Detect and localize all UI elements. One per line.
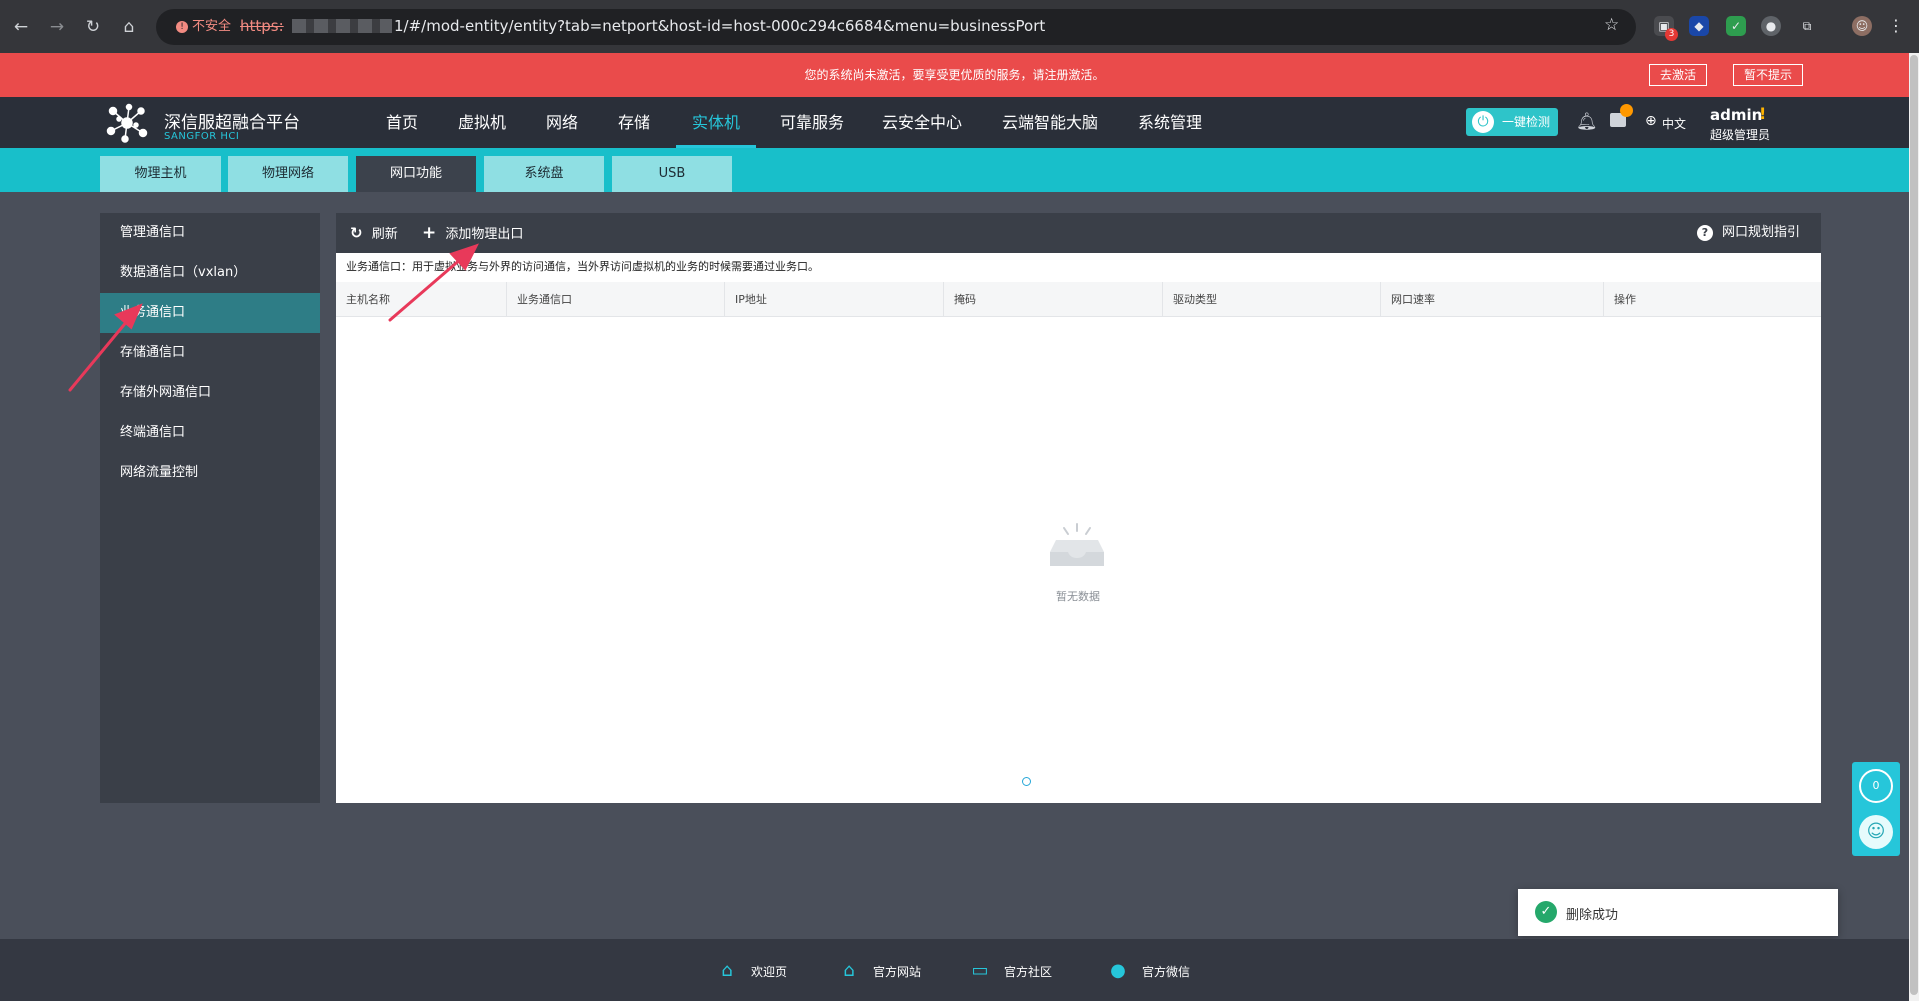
sidebar-item-traffic-control[interactable]: 网络流量控制 xyxy=(100,453,320,493)
column-netmask[interactable]: 掩码 xyxy=(943,282,1162,317)
nav-physical-host[interactable]: 实体机 xyxy=(676,97,756,148)
footer xyxy=(0,939,1909,1001)
toast-message: 删除成功 xyxy=(1566,908,1619,923)
column-business-port[interactable]: 业务通信口 xyxy=(506,282,724,317)
globe-icon[interactable]: ⊕ xyxy=(1645,113,1657,129)
welcome-icon[interactable]: ⌂ xyxy=(716,960,738,982)
nav-security-center[interactable]: 云安全中心 xyxy=(872,97,972,148)
footer-link-welcome[interactable]: 欢迎页 xyxy=(751,963,787,980)
panel-toolbar xyxy=(336,213,1821,253)
security-indicator[interactable]: ! 不安全 xyxy=(170,15,239,39)
task-counter-button[interactable]: 0 xyxy=(1859,769,1893,803)
security-label: 不安全 xyxy=(192,19,232,34)
check-label: 一键检测 xyxy=(1502,115,1551,129)
language-select[interactable]: 中文 xyxy=(1662,115,1686,132)
dismiss-button[interactable]: 暂不提示 xyxy=(1733,64,1804,86)
forward-icon[interactable]: → xyxy=(44,14,70,40)
success-check-icon: ✓ xyxy=(1535,901,1557,923)
home-icon[interactable]: ⌂ xyxy=(116,14,142,40)
sidebar-item-management-port[interactable]: 管理通信口 xyxy=(100,213,320,253)
warning-icon: ! xyxy=(176,21,188,33)
tab-physical-network[interactable]: 物理网络 xyxy=(228,156,348,192)
nav-reliable-service[interactable]: 可靠服务 xyxy=(772,97,852,148)
plus-icon: + xyxy=(422,223,437,243)
user-name[interactable]: admin xyxy=(1710,106,1762,124)
loading-spinner-icon xyxy=(1022,777,1031,786)
refresh-button[interactable]: ↻ 刷新 xyxy=(350,213,398,253)
community-icon[interactable]: ▭ xyxy=(969,960,991,982)
extension-shield-icon[interactable]: ◆ xyxy=(1689,16,1709,36)
sidebar-item-business-port[interactable]: 业务通信口 xyxy=(100,293,320,333)
help-icon[interactable]: ? xyxy=(1697,225,1713,241)
extensions-puzzle-icon[interactable]: ⧉ xyxy=(1797,16,1817,36)
footer-link-wechat[interactable]: 官方微信 xyxy=(1142,963,1190,980)
user-warning-icon: ! xyxy=(1759,104,1767,123)
port-description: 业务通信口：用于虚拟业务与外界的访问通信，当外界访问虚拟机的业务的时候需要通过业… xyxy=(346,260,819,273)
empty-state-text: 暂无数据 xyxy=(1056,590,1100,603)
sidebar-item-terminal-port[interactable]: 终端通信口 xyxy=(100,413,320,453)
official-site-icon[interactable]: ⌂ xyxy=(838,960,860,982)
footer-link-official-site[interactable]: 官方网站 xyxy=(873,963,921,980)
column-port-speed[interactable]: 网口速率 xyxy=(1380,282,1603,317)
tab-port-function[interactable]: 网口功能 xyxy=(356,156,476,192)
extension-badge: 3 xyxy=(1665,28,1678,41)
nav-network[interactable]: 网络 xyxy=(532,97,592,148)
nav-home[interactable]: 首页 xyxy=(372,97,432,148)
bell-icon[interactable]: 🔔︎ xyxy=(1576,112,1598,132)
bookmark-star-icon[interactable]: ☆ xyxy=(1604,15,1619,35)
nav-storage[interactable]: 存储 xyxy=(604,97,664,148)
sidebar-item-storage-port[interactable]: 存储通信口 xyxy=(100,333,320,373)
activation-banner: 您的系统尚未激活，要享受更优质的服务，请注册激活。 xyxy=(0,53,1909,97)
url-path: 1/#/mod-entity/entity?tab=netport&host-i… xyxy=(394,17,1046,35)
sidebar-item-storage-external-port[interactable]: 存储外网通信口 xyxy=(100,373,320,413)
reload-icon[interactable]: ↻ xyxy=(80,14,106,40)
footer-link-community[interactable]: 官方社区 xyxy=(1004,963,1052,980)
profile-avatar[interactable]: ☺ xyxy=(1852,16,1872,36)
nav-system-management[interactable]: 系统管理 xyxy=(1128,97,1212,148)
activate-button[interactable]: 去激活 xyxy=(1649,64,1708,86)
tab-usb[interactable]: USB xyxy=(612,156,732,192)
refresh-icon: ↻ xyxy=(350,224,363,242)
add-label: 添加物理出口 xyxy=(445,227,524,242)
banner-message: 您的系统尚未激活，要享受更优质的服务，请注册激活。 xyxy=(804,68,1105,82)
tab-system-disk[interactable]: 系统盘 xyxy=(484,156,604,192)
column-driver-type[interactable]: 驱动类型 xyxy=(1162,282,1380,317)
column-actions[interactable]: 操作 xyxy=(1603,282,1821,317)
port-planning-guide-link[interactable]: 网口规划指引 xyxy=(1722,213,1800,253)
extension-leaf-icon[interactable]: ● xyxy=(1761,16,1781,36)
extension-check-icon[interactable]: ✓ xyxy=(1726,16,1746,36)
nav-vm[interactable]: 虚拟机 xyxy=(448,97,516,148)
refresh-label: 刷新 xyxy=(371,227,398,242)
assistant-robot-icon[interactable]: ☺ xyxy=(1859,815,1893,849)
back-icon[interactable]: ← xyxy=(8,14,34,40)
sidebar-item-data-port[interactable]: 数据通信口（vxlan） xyxy=(100,253,320,293)
wechat-icon[interactable]: ● xyxy=(1107,960,1129,982)
user-role: 超级管理员 xyxy=(1710,128,1771,142)
nav-cloud-brain[interactable]: 云端智能大脑 xyxy=(994,97,1106,148)
add-physical-port-button[interactable]: + 添加物理出口 xyxy=(422,213,523,253)
check-power-icon: ⏻ xyxy=(1472,111,1494,133)
scrollbar-thumb[interactable] xyxy=(1910,55,1918,995)
tab-physical-host[interactable]: 物理主机 xyxy=(100,156,221,192)
browser-menu-icon[interactable]: ⋮ xyxy=(1886,16,1906,36)
empty-box-icon xyxy=(1050,523,1104,566)
column-ip-address[interactable]: IP地址 xyxy=(724,282,943,317)
logo-title: 深信服超融合平台 xyxy=(164,113,300,133)
logo-subtitle: SANGFOR HCI xyxy=(164,131,240,142)
sangfor-logo-icon[interactable] xyxy=(103,103,151,143)
url-redacted-host xyxy=(292,19,392,33)
one-click-check-button[interactable]: ⏻ 一键检测 xyxy=(1466,108,1558,136)
column-host-name[interactable]: 主机名称 xyxy=(336,282,506,317)
url-scheme: https: xyxy=(240,17,284,35)
mail-badge xyxy=(1620,104,1633,117)
